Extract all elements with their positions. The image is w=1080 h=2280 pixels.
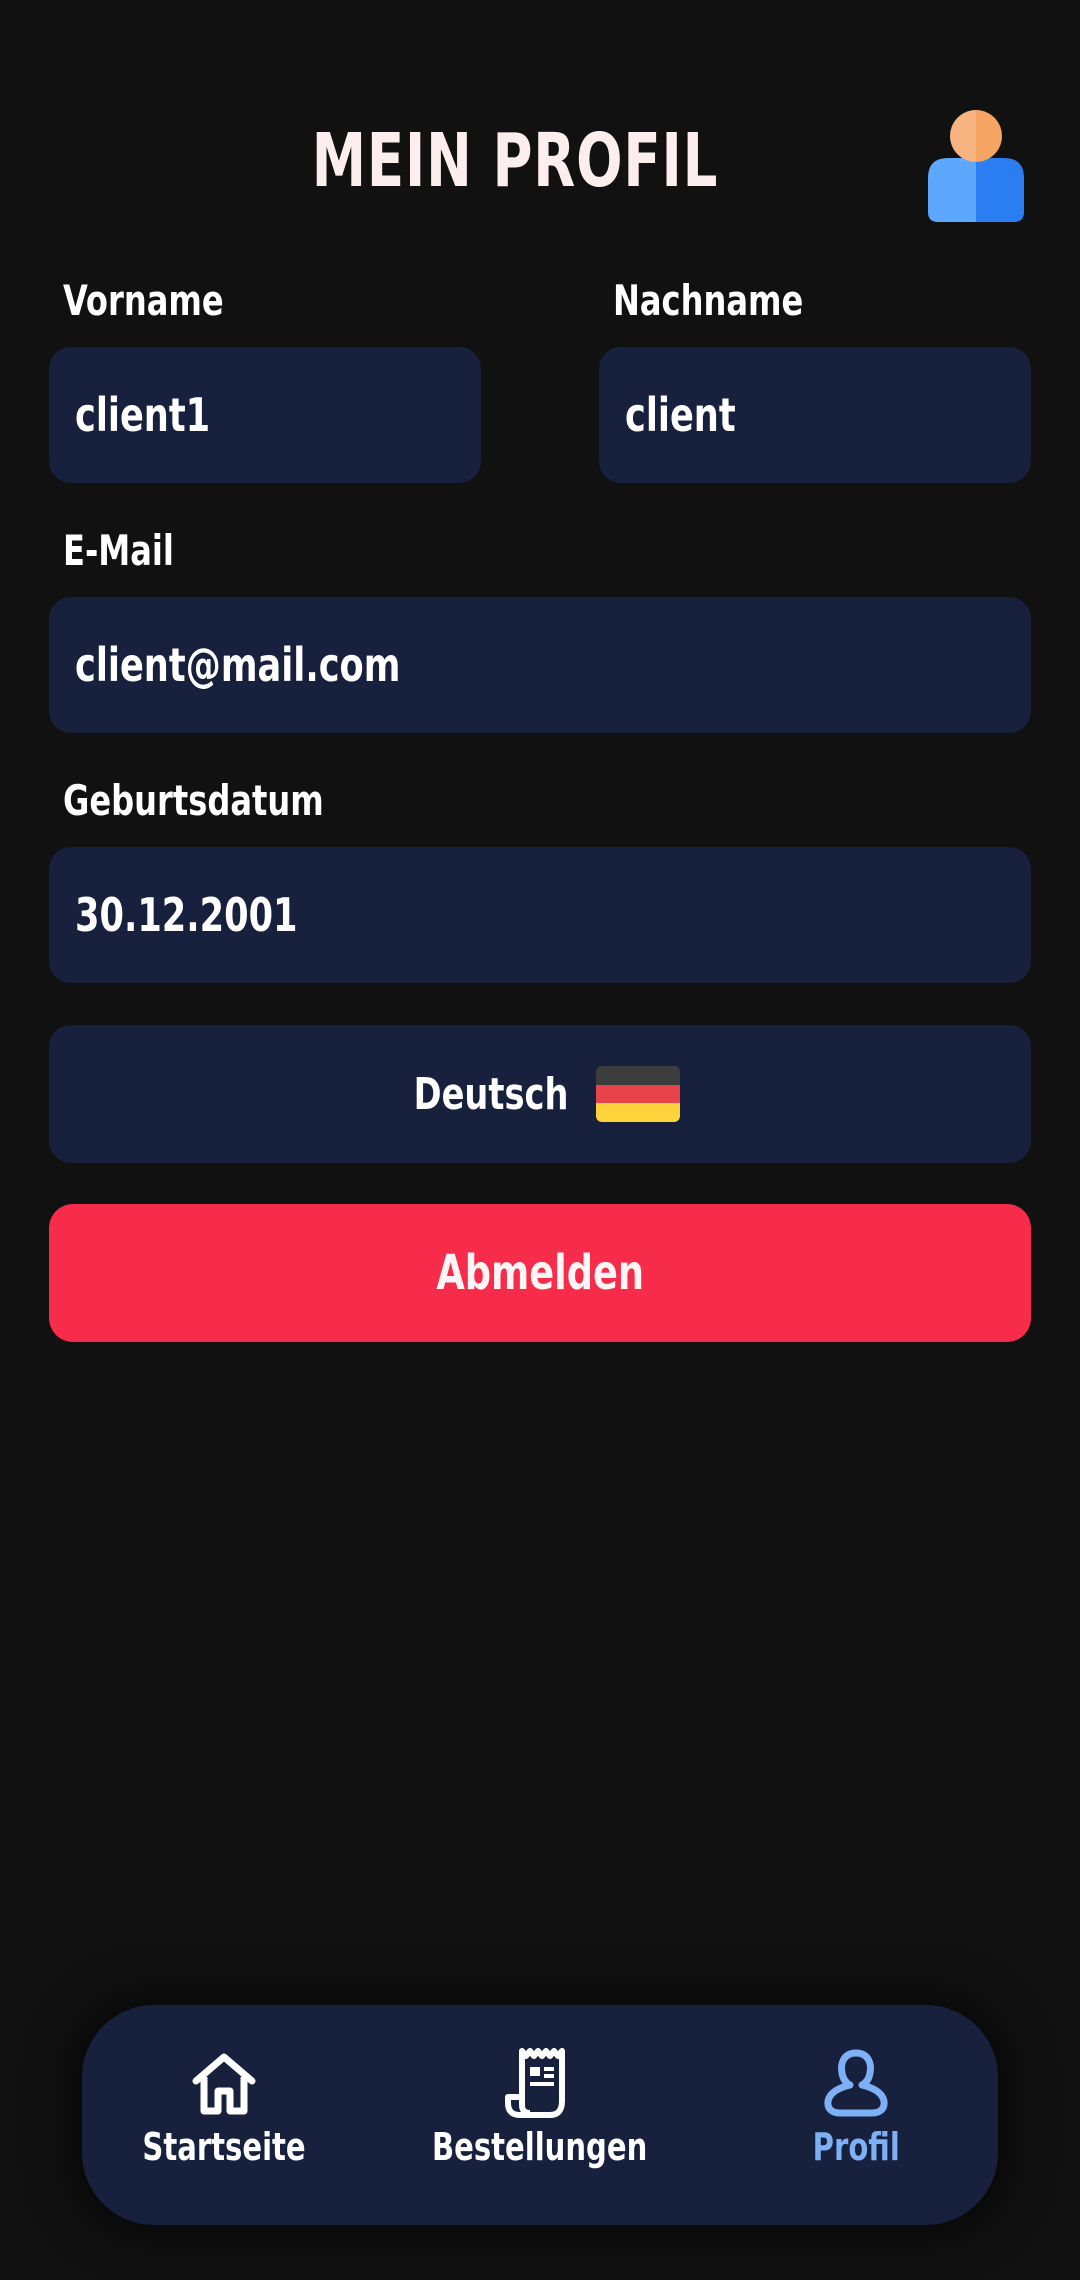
language-label: Deutsch <box>413 1068 569 1120</box>
nav-item-profil[interactable]: Profil <box>736 2005 976 2225</box>
logout-button[interactable]: Abmelden <box>49 1204 1031 1342</box>
user-icon <box>824 2049 888 2117</box>
last-name-label: Nachname <box>613 276 804 325</box>
first-name-field[interactable]: client1 <box>49 347 481 483</box>
home-icon <box>192 2053 256 2115</box>
first-name-label: Vorname <box>63 276 224 325</box>
germany-flag-icon <box>596 1066 681 1122</box>
bottom-navigation: Startseite Bestellungen Profil <box>82 2005 998 2225</box>
nav-label-bestellungen: Bestellungen <box>432 2125 648 2169</box>
birthdate-value: 30.12.2001 <box>75 888 298 942</box>
nav-label-startseite: Startseite <box>142 2125 306 2169</box>
nav-item-bestellungen[interactable]: Bestellungen <box>420 2005 660 2225</box>
email-label: E-Mail <box>63 526 174 575</box>
logout-label: Abmelden <box>436 1245 644 1301</box>
receipt-icon <box>505 2048 565 2118</box>
nav-label-profil: Profil <box>812 2125 900 2169</box>
birthdate-field[interactable]: 30.12.2001 <box>49 847 1031 983</box>
page-title: MEIN PROFIL <box>311 118 719 204</box>
birthdate-label: Geburtsdatum <box>63 776 324 825</box>
language-selector-button[interactable]: Deutsch <box>49 1025 1031 1163</box>
nav-item-startseite[interactable]: Startseite <box>104 2005 344 2225</box>
email-field[interactable]: client@mail.com <box>49 597 1031 733</box>
last-name-field[interactable]: client <box>599 347 1031 483</box>
first-name-value: client1 <box>75 388 211 442</box>
email-value: client@mail.com <box>75 638 401 692</box>
user-avatar-icon[interactable] <box>928 108 1024 222</box>
last-name-value: client <box>625 388 736 442</box>
